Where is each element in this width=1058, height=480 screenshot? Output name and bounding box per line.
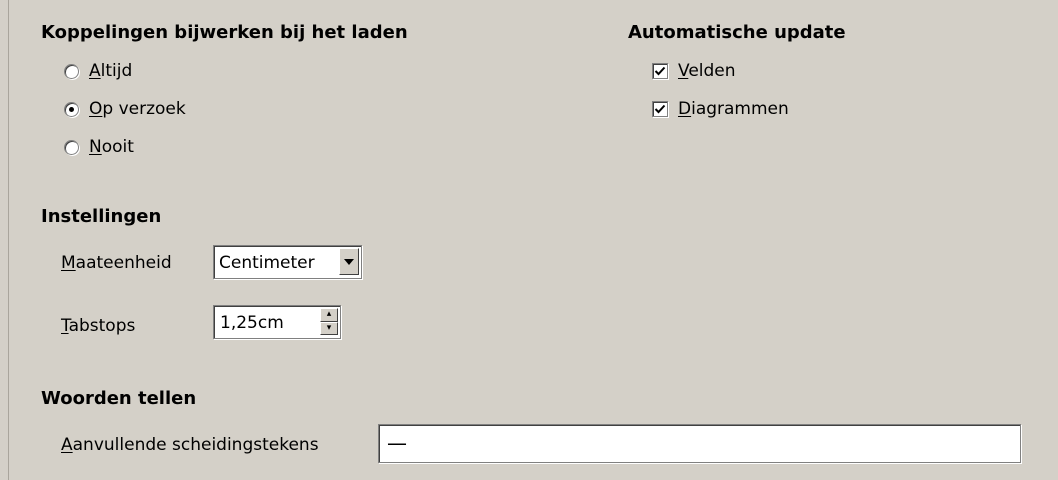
checkmark-icon bbox=[654, 104, 666, 114]
dropdown-button[interactable] bbox=[339, 248, 359, 275]
wordcount-heading: Woorden tellen bbox=[41, 388, 197, 409]
unit-label: Maateenheid bbox=[61, 253, 172, 273]
unit-select-value: Centimeter bbox=[219, 253, 315, 273]
radio-label: Op verzoek bbox=[89, 99, 186, 119]
checkmark-icon bbox=[654, 66, 666, 76]
checkbox-label: Diagrammen bbox=[678, 99, 789, 119]
chevron-down-icon bbox=[344, 258, 354, 265]
settings-heading: Instellingen bbox=[41, 206, 162, 227]
separators-value: — bbox=[387, 431, 407, 455]
radio-never[interactable]: Nooit bbox=[64, 137, 134, 157]
radio-label: Nooit bbox=[89, 137, 134, 157]
checkbox-label: Velden bbox=[678, 61, 736, 81]
tabstops-spinbox[interactable]: 1,25cm ▴ ▾ bbox=[213, 305, 341, 339]
checkbox-charts[interactable]: Diagrammen bbox=[652, 99, 789, 119]
checkbox[interactable] bbox=[652, 63, 668, 79]
checkbox-fields[interactable]: Velden bbox=[652, 61, 736, 81]
radio-button[interactable] bbox=[64, 63, 79, 79]
radio-button[interactable] bbox=[64, 139, 79, 155]
spin-buttons[interactable]: ▴ ▾ bbox=[320, 308, 338, 335]
tabstops-value: 1,25cm bbox=[220, 313, 284, 333]
radio-always[interactable]: Altijd bbox=[64, 61, 132, 81]
checkbox[interactable] bbox=[652, 101, 668, 117]
panel-edge bbox=[0, 0, 9, 480]
auto-update-heading: Automatische update bbox=[628, 22, 846, 43]
radio-on-request[interactable]: Op verzoek bbox=[64, 99, 186, 119]
radio-button[interactable] bbox=[64, 101, 79, 117]
tabstops-label: Tabstops bbox=[61, 316, 136, 336]
spin-up-button[interactable]: ▴ bbox=[320, 308, 338, 322]
spin-down-button[interactable]: ▾ bbox=[320, 321, 338, 335]
unit-select[interactable]: Centimeter bbox=[213, 245, 362, 279]
radio-label: Altijd bbox=[89, 61, 133, 81]
separators-label: Aanvullende scheidingstekens bbox=[61, 435, 319, 455]
links-heading: Koppelingen bijwerken bij het laden bbox=[41, 22, 408, 43]
separators-input[interactable]: — bbox=[378, 424, 1021, 463]
